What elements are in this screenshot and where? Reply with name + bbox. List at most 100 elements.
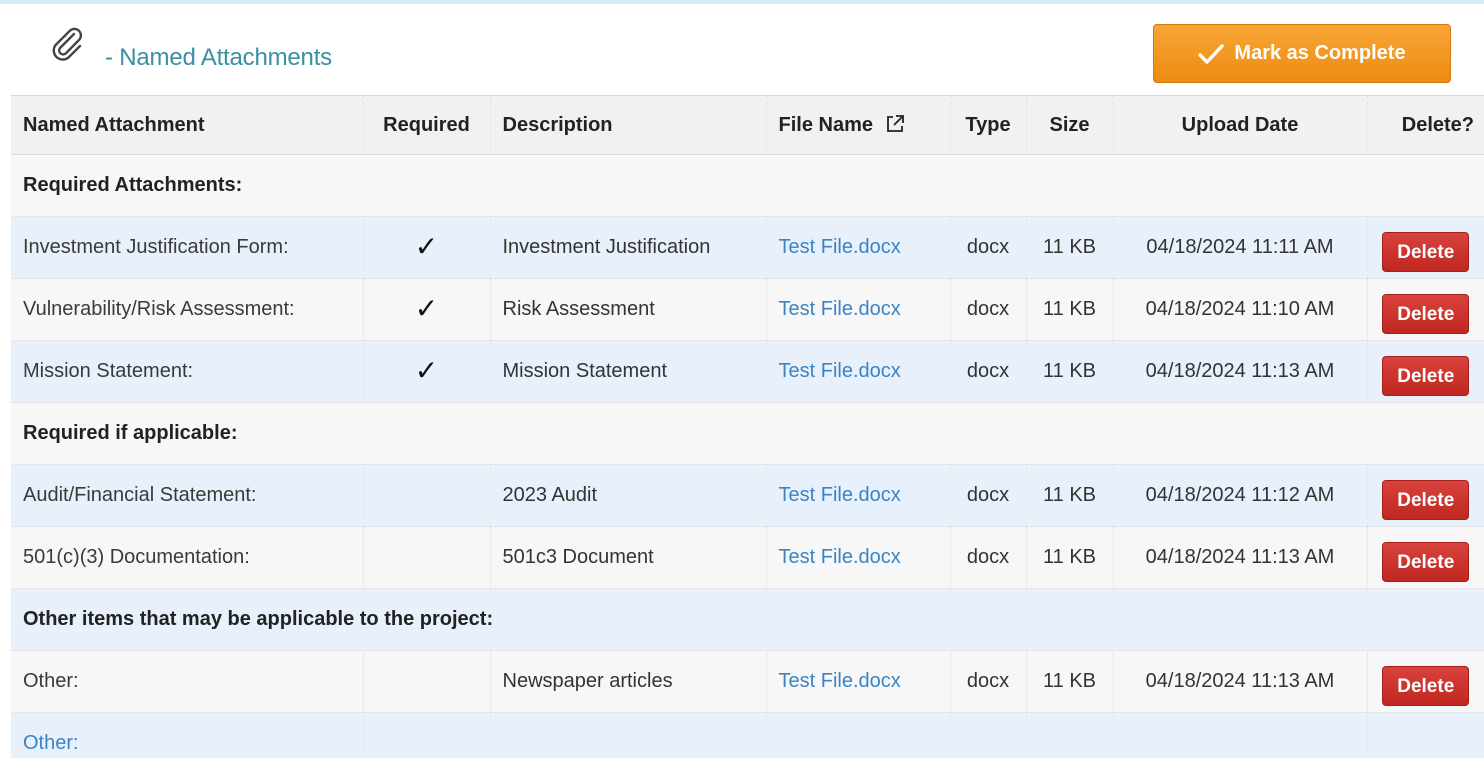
delete-button[interactable]: Delete (1382, 293, 1470, 334)
attachment-name: Investment Justification Form: (11, 216, 364, 279)
upload-date-cell: 04/18/2024 11:11 AM (1113, 216, 1368, 279)
type-cell: docx (950, 278, 1027, 341)
type-cell: docx (950, 464, 1027, 527)
delete-cell: Delete (1367, 279, 1484, 341)
col-delete: Delete? (1401, 113, 1474, 136)
table-row: Other: Newspaper articles Test File.docx do… (11, 650, 1484, 713)
delete-button[interactable]: Delete (1382, 479, 1470, 520)
table-body: Required Attachments: Investment Justific… (11, 154, 1484, 758)
header-row: Named Attachment Required Description Fi… (11, 95, 1484, 155)
file-link[interactable]: Test File.docx (779, 236, 901, 258)
file-link[interactable]: Test File.docx (779, 546, 901, 568)
checkmark-icon: ✓ (414, 355, 439, 386)
file-link[interactable]: Test File.docx (779, 670, 901, 692)
upload-date-cell: 04/18/2024 11:13 AM (1113, 526, 1368, 589)
add-other-attachment-link[interactable]: Other: (11, 712, 364, 758)
table-row: Investment Justification Form: ✓ Investmen… (11, 216, 1484, 279)
description-cell: Investment Justification (490, 216, 767, 279)
empty-attachment-row: Other: (11, 712, 1484, 758)
panel-title: - Named Attachments (105, 44, 332, 71)
type-cell: docx (950, 216, 1027, 279)
named-attachments-panel: - Named Attachments Mark as Complete Nam… (0, 0, 1484, 758)
checkmark-icon (1198, 43, 1225, 64)
delete-button[interactable]: Delete (1382, 355, 1470, 396)
col-size: Size (1026, 95, 1114, 155)
table-row: 501(c)(3) Documentation: 501c3 Document Te… (11, 526, 1484, 589)
upload-date-cell: 04/18/2024 11:13 AM (1113, 340, 1368, 403)
table-row: Mission Statement: ✓ Mission Statement Test… (11, 340, 1484, 403)
size-cell: 11 KB (1026, 650, 1114, 713)
size-cell: 11 KB (1026, 278, 1114, 341)
size-cell: 11 KB (1026, 340, 1114, 403)
file-link[interactable]: Test File.docx (779, 484, 901, 506)
type-cell: docx (950, 340, 1027, 403)
mark-as-complete-label: Mark as Complete (1234, 42, 1406, 64)
table-header: Named Attachment Required Description Fi… (11, 95, 1484, 155)
col-type: Type (950, 95, 1027, 155)
upload-date-cell: 04/18/2024 11:10 AM (1113, 278, 1368, 341)
type-cell: docx (950, 526, 1027, 589)
empty-cell (950, 712, 1027, 758)
attachment-name: Other: (11, 650, 364, 713)
paperclip-icon (52, 27, 83, 61)
required-cell: ✓ (363, 278, 491, 341)
group-header-row: Other items that may be applicable to th… (11, 588, 1484, 651)
attachment-name: 501(c)(3) Documentation: (11, 526, 364, 589)
empty-cell (363, 712, 491, 758)
col-upload-date: Upload Date (1113, 95, 1368, 155)
delete-cell: Delete (1367, 527, 1484, 589)
required-cell (363, 650, 491, 713)
size-cell: 11 KB (1026, 216, 1114, 279)
required-cell: ✓ (363, 340, 491, 403)
mark-as-complete-button[interactable]: Mark as Complete (1153, 24, 1451, 83)
col-file-name-label: File Name (778, 113, 873, 136)
group-header-row: Required Attachments: (11, 154, 1484, 217)
delete-cell: Delete (1367, 465, 1484, 527)
delete-button[interactable]: Delete (1382, 231, 1470, 272)
empty-cell (766, 712, 951, 758)
delete-button[interactable]: Delete (1382, 665, 1470, 706)
attachment-name: Mission Statement: (11, 340, 364, 403)
col-file-name: File Name (766, 95, 951, 155)
size-cell: 11 KB (1026, 526, 1114, 589)
empty-cell (1026, 712, 1114, 758)
required-cell: ✓ (363, 216, 491, 279)
table-row: Vulnerability/Risk Assessment: ✓ Risk Asse… (11, 278, 1484, 341)
file-link[interactable]: Test File.docx (779, 298, 901, 320)
description-cell: Mission Statement (490, 340, 767, 403)
group-header-row: Required if applicable: (11, 402, 1484, 465)
attachments-table: Named Attachment Required Description Fi… (11, 95, 1484, 758)
file-name-cell: Test File.docx (766, 464, 951, 527)
required-cell (363, 464, 491, 527)
upload-date-cell: 04/18/2024 11:12 AM (1113, 464, 1368, 527)
upload-date-cell: 04/18/2024 11:13 AM (1113, 650, 1368, 713)
file-name-cell: Test File.docx (766, 340, 951, 403)
description-cell: 2023 Audit (490, 464, 767, 527)
size-cell: 11 KB (1026, 464, 1114, 527)
col-required: Required (363, 95, 491, 155)
attachment-name: Audit/Financial Statement: (11, 464, 364, 527)
table-row: Audit/Financial Statement: 2023 Audit Test… (11, 464, 1484, 527)
external-link-icon (886, 114, 904, 132)
col-description: Description (490, 95, 767, 155)
delete-cell: Delete (1367, 651, 1484, 713)
file-name-cell: Test File.docx (766, 278, 951, 341)
col-named-attachment: Named Attachment (11, 95, 364, 155)
required-cell (363, 526, 491, 589)
description-cell: 501c3 Document (490, 526, 767, 589)
type-cell: docx (950, 650, 1027, 713)
empty-cell (490, 712, 767, 758)
file-name-cell: Test File.docx (766, 216, 951, 279)
file-name-cell: Test File.docx (766, 526, 951, 589)
group-label: Other items that may be applicable to th… (23, 608, 494, 630)
file-link[interactable]: Test File.docx (779, 360, 901, 382)
delete-cell: Delete (1367, 217, 1484, 279)
panel-header: - Named Attachments Mark as Complete (11, 4, 1484, 95)
group-label: Required if applicable: (23, 422, 238, 444)
checkmark-icon: ✓ (414, 293, 439, 324)
delete-cell: Delete (1367, 341, 1484, 403)
delete-button[interactable]: Delete (1382, 541, 1470, 582)
attachment-name: Vulnerability/Risk Assessment: (11, 278, 364, 341)
checkmark-icon: ✓ (414, 231, 439, 262)
description-cell: Newspaper articles (490, 650, 767, 713)
